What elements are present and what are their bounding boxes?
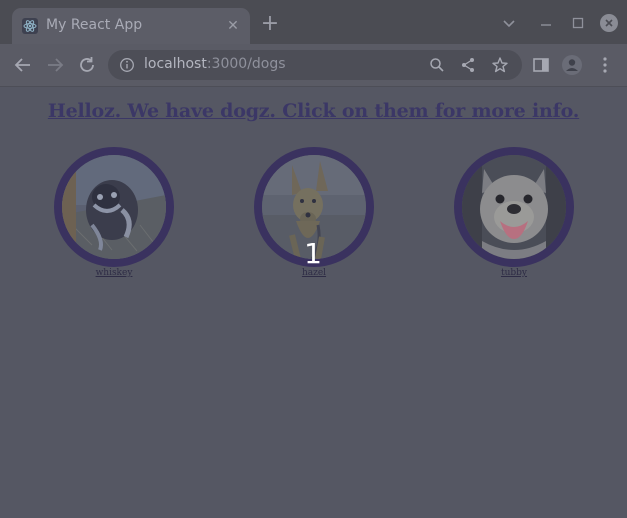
browser-tab[interactable]: My React App ✕ bbox=[12, 8, 250, 44]
overlay-step-number: 1 bbox=[304, 237, 322, 270]
dog-photo-tubby[interactable] bbox=[454, 147, 574, 267]
tab-title: My React App bbox=[46, 17, 143, 33]
close-tab-icon[interactable]: ✕ bbox=[224, 17, 242, 35]
url-text: localhost:3000/dogs bbox=[144, 56, 286, 72]
minimize-icon[interactable] bbox=[537, 14, 555, 32]
forward-arrow-icon[interactable] bbox=[44, 54, 66, 76]
url-path: :3000/dogs bbox=[206, 56, 286, 72]
zoom-icon[interactable] bbox=[428, 56, 446, 74]
dog-photo-whiskey[interactable] bbox=[54, 147, 174, 267]
url-host: localhost bbox=[144, 56, 207, 72]
reload-icon[interactable] bbox=[76, 54, 98, 76]
react-favicon-icon bbox=[22, 18, 38, 34]
dog-card-tubby[interactable]: tubby bbox=[454, 147, 574, 278]
close-window-icon[interactable] bbox=[600, 14, 618, 32]
back-arrow-icon[interactable] bbox=[12, 54, 34, 76]
page-headline[interactable]: Helloz. We have dogz. Click on them for … bbox=[0, 100, 627, 122]
address-bar[interactable]: localhost:3000/dogs bbox=[108, 50, 522, 80]
dog-name-whiskey[interactable]: whiskey bbox=[54, 268, 174, 278]
maximize-icon[interactable] bbox=[569, 14, 587, 32]
dog-card-whiskey[interactable]: whiskey bbox=[54, 147, 174, 278]
tab-search-chevron-icon[interactable] bbox=[500, 14, 518, 32]
dog-name-tubby[interactable]: tubby bbox=[454, 268, 574, 278]
new-tab-icon[interactable]: + bbox=[260, 13, 280, 35]
share-icon[interactable] bbox=[459, 56, 477, 74]
page-content: Helloz. We have dogz. Click on them for … bbox=[0, 87, 627, 518]
browser-toolbar: localhost:3000/dogs bbox=[0, 44, 627, 87]
bookmark-star-icon[interactable] bbox=[491, 56, 509, 74]
tab-bar: My React App ✕ + bbox=[0, 0, 627, 44]
side-panel-icon[interactable] bbox=[530, 54, 552, 76]
menu-kebab-icon[interactable] bbox=[594, 54, 616, 76]
site-info-icon[interactable] bbox=[119, 57, 135, 73]
profile-avatar-icon[interactable] bbox=[561, 54, 583, 76]
